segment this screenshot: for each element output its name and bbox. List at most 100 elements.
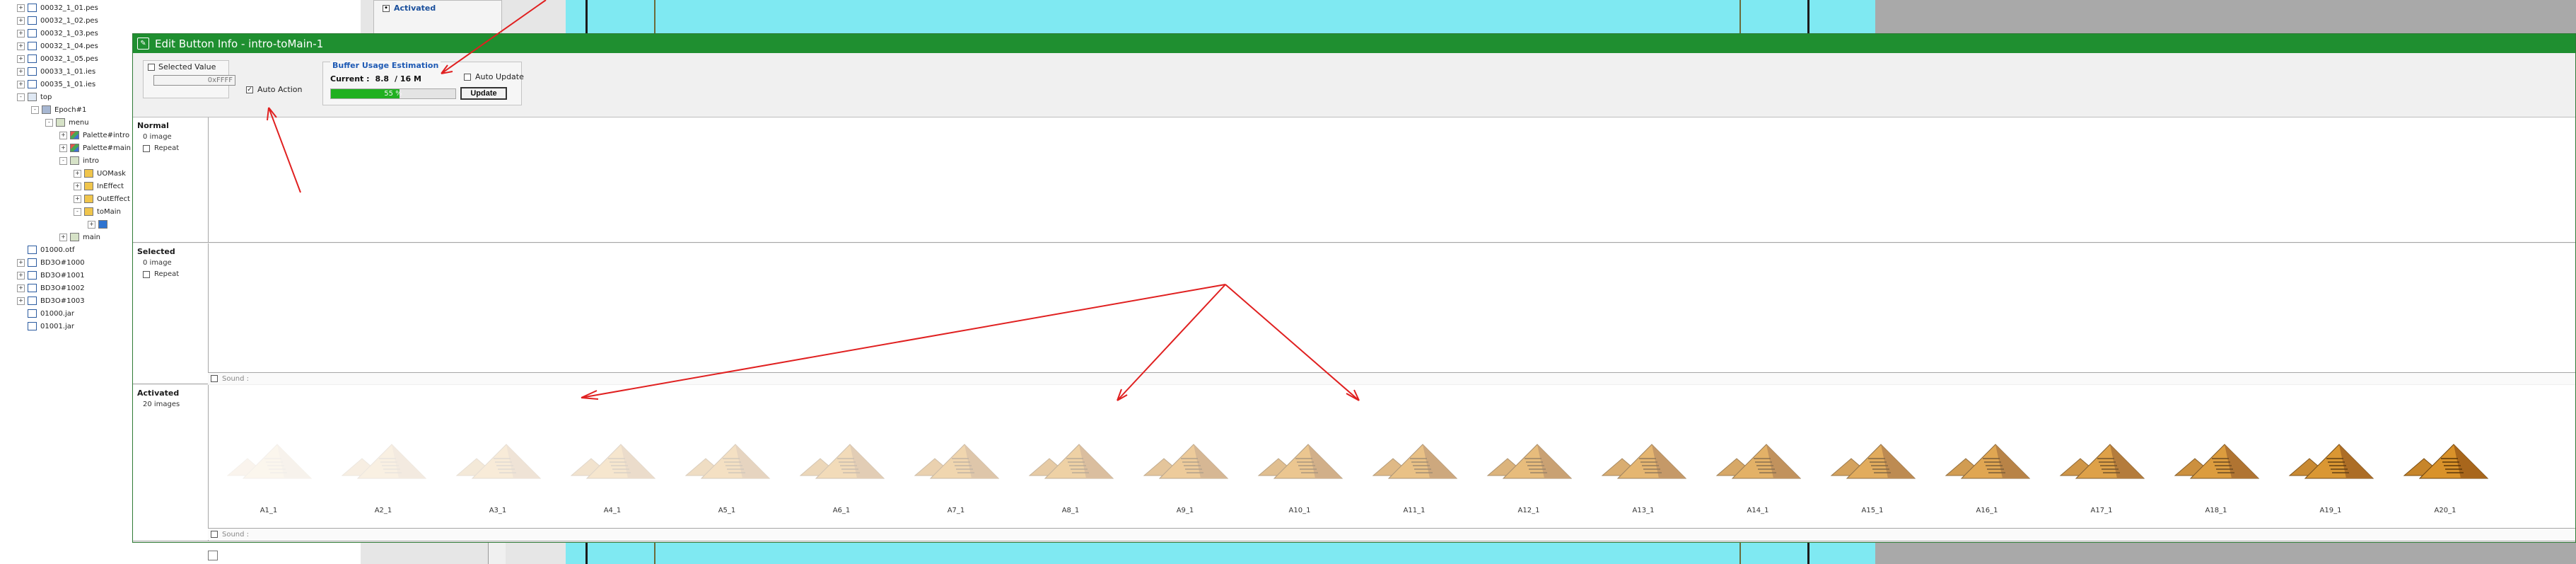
button-icon — [84, 207, 93, 216]
file-icon — [28, 258, 37, 267]
expand-icon[interactable]: + — [59, 131, 67, 139]
collapse-icon[interactable]: - — [17, 93, 25, 101]
expand-icon[interactable]: + — [59, 233, 67, 241]
frame-label: A9_1 — [1176, 507, 1194, 514]
activated-sound-row[interactable]: Sound : — [208, 528, 2575, 540]
tree-item[interactable]: +00032_1_04.pes — [17, 40, 98, 52]
activated-sound-checkbox[interactable] — [211, 531, 218, 538]
update-button[interactable]: Update — [460, 87, 507, 100]
tree-item[interactable]: + BD3O#1001 — [17, 270, 85, 281]
collapse-icon[interactable]: - — [31, 105, 39, 114]
bottom-checkbox[interactable] — [208, 551, 218, 560]
activated-frame[interactable]: A14_1 — [1701, 410, 1814, 524]
selected-value-input[interactable]: 0xFFFF — [153, 75, 235, 86]
activated-option[interactable]: • Activated — [383, 4, 436, 13]
selected-repeat-option[interactable]: Repeat — [143, 270, 179, 278]
auto-action-checkbox[interactable]: ✓ — [246, 86, 253, 93]
tree-item[interactable]: + main — [59, 231, 100, 243]
tree-item[interactable]: + UOMask — [74, 168, 126, 179]
activated-frame[interactable]: A5_1 — [670, 410, 783, 524]
tree-item[interactable]: - top — [17, 91, 52, 103]
tree-item[interactable]: +00032_1_01.pes — [17, 2, 98, 13]
collapse-icon[interactable]: - — [74, 207, 81, 216]
expand-icon[interactable]: + — [17, 80, 25, 88]
selected-value-checkbox[interactable] — [148, 63, 155, 71]
tree-item[interactable]: + BD3O#1003 — [17, 295, 85, 306]
activated-frame[interactable]: A17_1 — [2045, 410, 2158, 524]
activated-frame[interactable]: A1_1 — [212, 410, 325, 524]
tree-item[interactable]: +00032_1_05.pes — [17, 53, 98, 64]
tree-item[interactable]: 01001.jar — [17, 321, 74, 332]
collapse-icon[interactable]: - — [59, 156, 67, 165]
pyramid-thumbnail — [2059, 444, 2145, 479]
activated-frame[interactable]: A4_1 — [556, 410, 669, 524]
activated-frame[interactable]: A19_1 — [2274, 410, 2387, 524]
normal-repeat-checkbox[interactable] — [143, 144, 150, 152]
expand-icon[interactable]: + — [74, 169, 81, 178]
activated-frame[interactable]: A20_1 — [2389, 410, 2502, 524]
expand-icon[interactable]: + — [74, 182, 81, 190]
tree-item[interactable]: - toMain — [74, 206, 121, 217]
tree-item[interactable]: - Epoch#1 — [31, 104, 86, 115]
dialog-title-bar[interactable]: ✎ Edit Button Info - intro-toMain-1 — [133, 34, 2575, 53]
auto-update-option[interactable]: Auto Update — [464, 72, 524, 81]
collapse-icon[interactable]: - — [45, 118, 53, 127]
tree-item-label: 00032_1_02.pes — [40, 16, 98, 25]
expand-icon[interactable]: + — [17, 16, 25, 25]
tree-item[interactable]: + OutEffect — [74, 193, 130, 205]
clip-file-icon — [28, 4, 37, 12]
expand-icon[interactable]: + — [17, 258, 25, 267]
activated-frame[interactable]: A10_1 — [1243, 410, 1356, 524]
tree-item[interactable]: - intro — [59, 155, 99, 166]
activated-frame[interactable]: A13_1 — [1587, 410, 1700, 524]
file-icon — [28, 246, 37, 254]
activated-frame[interactable]: A2_1 — [327, 410, 440, 524]
activated-frame[interactable]: A8_1 — [1014, 410, 1127, 524]
expand-icon[interactable]: + — [88, 220, 95, 229]
activated-frame[interactable]: A6_1 — [785, 410, 898, 524]
expand-icon[interactable]: + — [17, 29, 25, 38]
tree-item[interactable]: 01000.otf — [17, 244, 75, 255]
expand-icon[interactable]: + — [74, 195, 81, 203]
activated-frame[interactable]: A16_1 — [1930, 410, 2044, 524]
activated-radio[interactable]: • — [383, 4, 390, 12]
auto-update-checkbox[interactable] — [464, 73, 471, 81]
tree-item[interactable]: + BD3O#1000 — [17, 257, 85, 268]
tree-item[interactable]: +00035_1_01.ies — [17, 79, 95, 90]
selected-sound-checkbox[interactable] — [211, 375, 218, 382]
expand-icon[interactable]: + — [17, 4, 25, 12]
expand-icon[interactable]: + — [17, 284, 25, 292]
activated-frame[interactable]: A3_1 — [441, 410, 554, 524]
tree-item[interactable]: + InEffect — [74, 180, 124, 192]
expand-icon[interactable]: + — [17, 54, 25, 63]
tree-item[interactable]: + BD3O#1002 — [17, 282, 85, 294]
activated-frame[interactable]: A7_1 — [899, 410, 1013, 524]
normal-repeat-option[interactable]: Repeat — [143, 144, 179, 152]
tree-item[interactable]: +00032_1_02.pes — [17, 15, 98, 26]
expand-icon[interactable]: + — [17, 271, 25, 280]
tree-item[interactable]: + Palette#main — [59, 142, 131, 154]
tree-item[interactable]: +00033_1_01.ies — [17, 66, 95, 77]
expand-icon[interactable]: + — [17, 42, 25, 50]
expand-icon[interactable]: + — [59, 144, 67, 152]
normal-side-panel: Normal 0 image Repeat — [133, 117, 209, 242]
pyramid-thumbnail — [2288, 444, 2374, 479]
activated-frame[interactable]: A11_1 — [1358, 410, 1471, 524]
tree-item[interactable]: +00032_1_03.pes — [17, 28, 98, 39]
activated-frame[interactable]: A12_1 — [1472, 410, 1585, 524]
tree-item[interactable]: + Palette#intro — [59, 130, 129, 141]
tree-item[interactable]: + — [88, 219, 111, 230]
expand-icon[interactable]: + — [17, 67, 25, 76]
tree-item-label: 01000.jar — [40, 309, 75, 318]
pyramid-thumbnail — [1830, 444, 1916, 479]
activated-frame[interactable]: A15_1 — [1816, 410, 1929, 524]
activated-frame[interactable]: A18_1 — [2160, 410, 2273, 524]
auto-action-option[interactable]: ✓ Auto Action — [246, 85, 303, 94]
tree-item[interactable]: 01000.jar — [17, 308, 74, 319]
selected-repeat-checkbox[interactable] — [143, 270, 150, 278]
expand-icon[interactable]: + — [17, 297, 25, 305]
tree-item-label: 00032_1_05.pes — [40, 54, 98, 63]
selected-sound-row[interactable]: Sound : — [208, 372, 2575, 384]
activated-frame[interactable]: A9_1 — [1129, 410, 1242, 524]
tree-item[interactable]: - menu — [45, 117, 89, 128]
